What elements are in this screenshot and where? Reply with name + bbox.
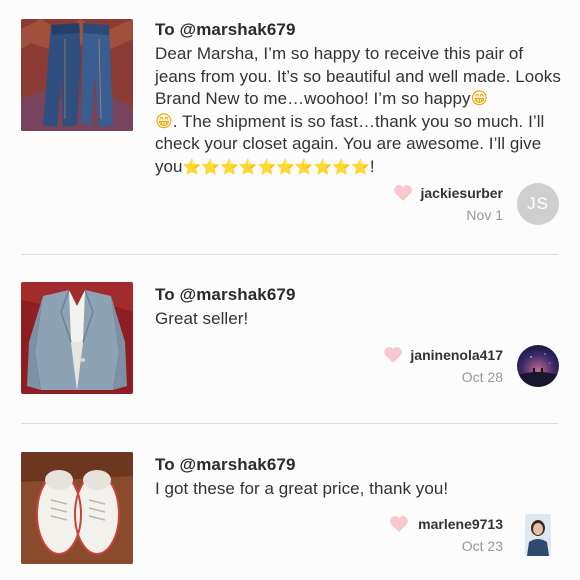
review-message: I got these for a great price, thank you… [155, 479, 449, 498]
heart-icon[interactable] [393, 184, 413, 202]
star-rating-emojis: ⭐⭐⭐⭐⭐⭐⭐⭐⭐⭐ [182, 157, 370, 176]
review-date: Nov 1 [466, 207, 503, 223]
review-message-text: Dear Marsha, I’m so happy to receive thi… [155, 44, 561, 109]
blazer-photo-thumbnail[interactable] [21, 282, 133, 394]
review-meta: marlene9713 Oct 23 [418, 516, 503, 554]
divider [21, 423, 558, 424]
avatar[interactable] [517, 345, 559, 387]
review-date: Oct 28 [461, 369, 503, 385]
heart-icon[interactable] [389, 515, 409, 533]
reviewer-username[interactable]: jackiesurber [421, 185, 504, 201]
sneakers-photo-icon [21, 452, 133, 564]
reviews-list: To @marshak679 Dear Marsha, I’m so happy… [0, 0, 580, 580]
review-meta: janinenola417 Oct 28 [410, 347, 503, 385]
grinning-face-emoji: 😁 [470, 89, 489, 110]
reviewer-username[interactable]: janinenola417 [410, 347, 503, 363]
reviewer-username[interactable]: marlene9713 [418, 516, 503, 532]
review-message: Dear Marsha, I’m so happy to receive thi… [155, 43, 563, 179]
jeans-photo-icon [21, 19, 133, 131]
jeans-photo-thumbnail[interactable] [21, 19, 133, 131]
divider [21, 254, 558, 255]
grinning-face-emoji: 😁 [155, 111, 173, 132]
review-message: Great seller! [155, 309, 249, 328]
review-meta: jackiesurber Nov 1 [421, 185, 504, 223]
review-recipient[interactable]: To @marshak679 [155, 284, 563, 306]
avatar-photo-icon [517, 345, 559, 387]
blazer-photo-icon [21, 282, 133, 394]
review-recipient[interactable]: To @marshak679 [155, 19, 563, 41]
avatar-photo-icon [525, 514, 551, 556]
review-message-exclaim: ! [369, 156, 375, 176]
heart-icon[interactable] [383, 346, 403, 364]
avatar-initials: JS [517, 183, 559, 225]
avatar[interactable]: JS [517, 183, 559, 225]
review-date: Oct 23 [461, 538, 503, 554]
sneakers-photo-thumbnail[interactable] [21, 452, 133, 564]
review-recipient[interactable]: To @marshak679 [155, 454, 563, 476]
avatar[interactable] [525, 514, 551, 556]
